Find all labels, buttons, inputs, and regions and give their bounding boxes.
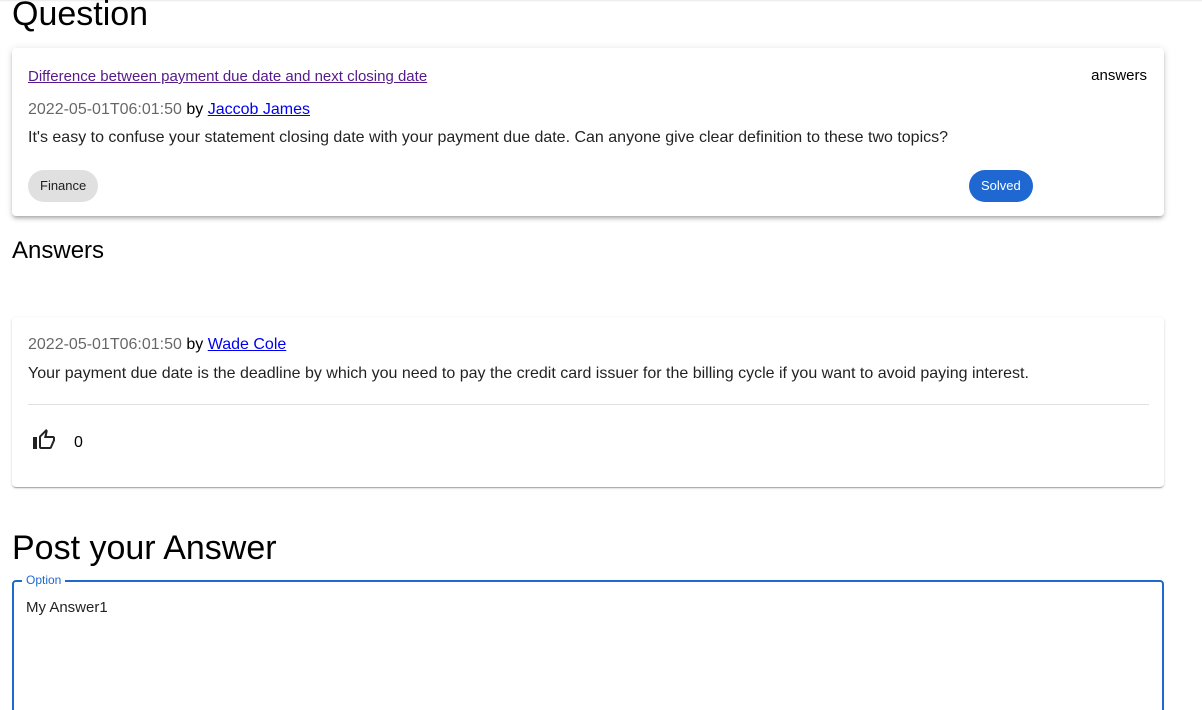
question-card: Difference between payment due date and … (12, 48, 1164, 216)
answers-heading: Answers (12, 237, 105, 264)
page: Question Difference between payment due … (0, 0, 1202, 710)
question-by: by (186, 101, 204, 118)
status-chip[interactable]: Solved (969, 170, 1033, 202)
post-answer-heading: Post your Answer (12, 529, 277, 567)
answer-date: 2022-05-01T06:01:50 (28, 336, 182, 353)
answer-author-link[interactable]: Wade Cole (208, 336, 287, 353)
top-divider (0, 0, 1202, 2)
question-author-link[interactable]: Jaccob James (208, 101, 310, 118)
question-meta: 2022-05-01T06:01:50 by Jaccob James (28, 100, 310, 120)
question-body: It's easy to confuse your statement clos… (28, 129, 949, 146)
answers-count-label: answers (1091, 67, 1147, 84)
answer-field-label: Option (22, 573, 66, 587)
like-count: 0 (74, 434, 83, 451)
thumb-up-icon (32, 428, 56, 457)
topic-chip[interactable]: Finance (28, 170, 99, 202)
answer-meta: 2022-05-01T06:01:50 by Wade Cole (28, 335, 286, 355)
question-date: 2022-05-01T06:01:50 (28, 101, 182, 118)
question-heading: Question (12, 0, 149, 33)
answer-field: Option My Answer1 (12, 573, 1164, 710)
question-title-link[interactable]: Difference between payment due date and … (28, 68, 427, 85)
answer-card: 2022-05-01T06:01:50 by Wade Cole Your pa… (12, 317, 1164, 487)
answer-body: Your payment due date is the deadline by… (28, 365, 1029, 382)
answer-by: by (186, 336, 204, 353)
like-button[interactable] (28, 426, 60, 458)
answer-textarea[interactable]: My Answer1 (26, 598, 1146, 698)
answer-divider (28, 404, 1149, 405)
